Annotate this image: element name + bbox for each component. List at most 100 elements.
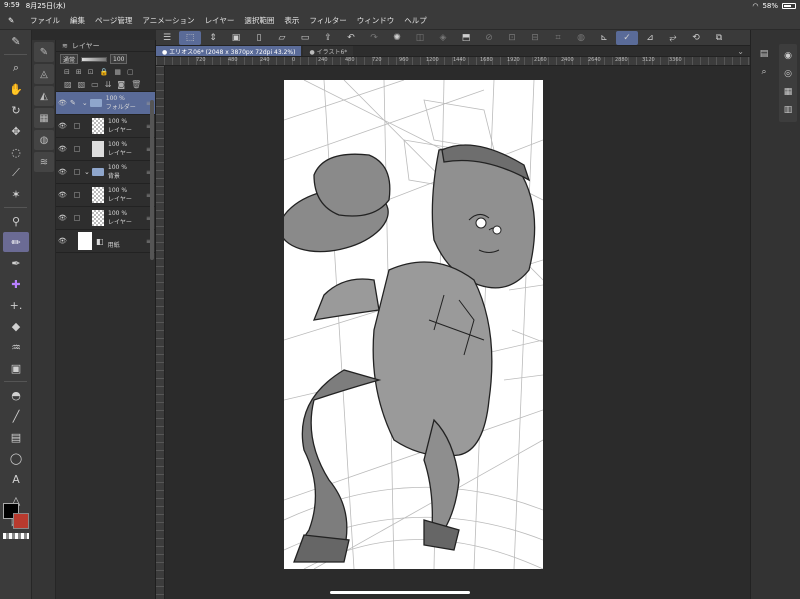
special-ruler-snap-icon[interactable]: ✓ — [616, 30, 638, 45]
crop-icon[interactable]: ⌗ — [547, 31, 569, 45]
menu-filter[interactable]: フィルター — [309, 15, 346, 26]
material-icon[interactable]: ▦ — [780, 84, 796, 100]
color-set-icon[interactable]: ◎ — [780, 66, 796, 82]
undo-icon[interactable]: ↶ — [340, 31, 362, 45]
menu-animation[interactable]: アニメーション — [142, 15, 194, 26]
rotate-canvas-icon[interactable]: ⟲ — [685, 31, 707, 45]
lock-transparent-icon[interactable]: ▦ — [114, 68, 121, 76]
magic-wand-icon[interactable]: ✶ — [3, 184, 29, 204]
flip-icon[interactable]: ⥂ — [662, 31, 684, 45]
line-icon[interactable]: ╱ — [3, 406, 29, 426]
eyedropper-icon[interactable]: ⟋ — [3, 163, 29, 183]
reference-icon[interactable]: ⊞ — [76, 68, 82, 76]
new-raster-layer-icon[interactable]: ▨ — [64, 80, 72, 89]
home-indicator[interactable] — [330, 591, 470, 594]
menu-window[interactable]: ウィンドウ — [357, 15, 395, 26]
drawing-paper[interactable] — [284, 80, 543, 569]
layer-row[interactable]: 👁 100 % レイヤー ≡ — [56, 115, 155, 138]
visibility-eye-icon[interactable]: 👁 — [58, 122, 68, 130]
menu-edit[interactable]: 編集 — [70, 15, 85, 26]
lasso-icon[interactable]: ◌ — [3, 142, 29, 162]
menu-view[interactable]: 表示 — [284, 15, 299, 26]
scroll-arrows-icon[interactable]: ⇕ — [202, 31, 224, 45]
layer-scrollbar[interactable] — [150, 100, 154, 260]
save-icon[interactable]: ▭ — [294, 31, 316, 45]
ruler-snap-icon[interactable]: ⊾ — [593, 31, 615, 45]
layer-row[interactable]: 👁 ✎ ⌄ 100 % フォルダー ≡ — [56, 92, 155, 115]
eraser-icon[interactable]: ◆ — [3, 316, 29, 336]
navigator-tab-icon[interactable]: ▦ — [34, 108, 54, 128]
visibility-eye-icon[interactable]: 👁 — [58, 237, 68, 245]
app-logo-icon[interactable]: ✎ — [8, 16, 22, 25]
draft-icon[interactable]: ⊡ — [88, 68, 94, 76]
color-wheel-icon[interactable]: ◉ — [780, 48, 796, 64]
blend-mode-select[interactable]: 通常 — [60, 54, 79, 64]
airbrush-icon[interactable]: +. — [3, 295, 29, 315]
new-vector-layer-icon[interactable]: ▧ — [78, 80, 86, 89]
tab-document-elios[interactable]: ● エリオス06* (2048 x 3870px 72dpi 43.2%) — [156, 46, 302, 56]
tool-property-tab-icon[interactable]: ◭ — [34, 86, 54, 106]
hand-icon[interactable]: ✋ — [3, 79, 29, 99]
export-icon[interactable]: ⇪ — [317, 31, 339, 45]
history-icon[interactable]: ▥ — [780, 102, 796, 118]
visibility-eye-icon[interactable]: 👁 — [58, 191, 68, 199]
expand-chevron-icon[interactable]: ⌄ — [84, 168, 90, 176]
search-icon[interactable]: ⌕ — [756, 64, 772, 80]
menu-page[interactable]: ページ管理 — [95, 15, 132, 26]
loading-icon[interactable]: ✺ — [386, 31, 408, 45]
brush-icon[interactable]: ✒ — [3, 253, 29, 273]
visibility-eye-icon[interactable]: 👁 — [58, 145, 68, 153]
pen-tool-icon[interactable]: ✎ — [3, 31, 29, 51]
blend-icon[interactable]: ♒ — [3, 337, 29, 357]
rotate-icon[interactable]: ↻ — [3, 100, 29, 120]
menu-help[interactable]: ヘルプ — [404, 15, 427, 26]
menu-hamburger-icon[interactable]: ☰ — [156, 31, 178, 45]
navigator-panel-icon[interactable]: ▤ — [756, 46, 772, 62]
balloon-icon[interactable]: ◯ — [3, 448, 29, 468]
transform-icon[interactable]: ⬒ — [455, 31, 477, 45]
text-icon[interactable]: A — [3, 469, 29, 489]
layer-check[interactable] — [74, 192, 80, 198]
clip-icon[interactable]: ⊟ — [64, 68, 70, 76]
pen-nib-icon[interactable]: ⚲ — [3, 211, 29, 231]
delete-layer-icon[interactable]: 🗑 — [131, 80, 141, 89]
show-area-icon[interactable]: ⊟ — [524, 31, 546, 45]
visibility-eye-icon[interactable]: 👁 — [58, 99, 68, 107]
layer-row[interactable]: 👁 100 % レイヤー ≡ — [56, 184, 155, 207]
layer-tab-icon[interactable]: ≋ — [34, 152, 54, 172]
pencil-icon[interactable]: ✏ — [3, 232, 29, 252]
merge-icon[interactable]: ⇊ — [105, 80, 112, 89]
canvas-area[interactable] — [165, 66, 750, 599]
visibility-eye-icon[interactable]: 👁 — [58, 214, 68, 222]
open-icon[interactable]: ▱ — [271, 31, 293, 45]
layer-row[interactable]: 👁 ◧ 用紙 ≡ — [56, 230, 155, 253]
sub-color-swatch[interactable] — [13, 513, 29, 529]
move-icon[interactable]: ✥ — [3, 121, 29, 141]
visibility-eye-icon[interactable]: 👁 — [58, 168, 68, 176]
sparkle-icon[interactable]: ✚ — [3, 274, 29, 294]
layer-check[interactable] — [74, 146, 80, 152]
brush-size-tab-icon[interactable]: ◬ — [34, 64, 54, 84]
color-tab-icon[interactable]: ◍ — [34, 130, 54, 150]
figure-icon[interactable]: ▤ — [3, 427, 29, 447]
mask-icon[interactable]: ▢ — [127, 68, 134, 76]
lock-icon[interactable]: 🔒 — [100, 68, 109, 76]
layer-row[interactable]: 👁 100 % レイヤー ≡ — [56, 138, 155, 161]
layer-row[interactable]: 👁 100 % レイヤー ≡ — [56, 207, 155, 230]
zoom-icon[interactable]: ⌕ — [3, 58, 29, 78]
fill-selection-icon[interactable]: ◈ — [432, 31, 454, 45]
layer-mask-cmd-icon[interactable]: ◍ — [570, 31, 592, 45]
copy-icon[interactable]: ⧉ — [708, 31, 730, 45]
layer-check[interactable] — [74, 215, 80, 221]
subtool-tab-icon[interactable]: ✎ — [34, 42, 54, 62]
layer-check[interactable] — [74, 169, 80, 175]
layer-mask-icon[interactable]: ◙ — [117, 80, 125, 89]
fill-icon[interactable]: ◓ — [3, 385, 29, 405]
grid-snap-icon[interactable]: ⊿ — [639, 31, 661, 45]
layer-check[interactable] — [74, 123, 80, 129]
redo-icon[interactable]: ↷ — [363, 31, 385, 45]
opacity-value[interactable]: 100 — [110, 54, 128, 64]
invert-selection-icon[interactable]: ⊡ — [501, 31, 523, 45]
opacity-slider[interactable] — [81, 56, 108, 62]
chevron-down-icon[interactable]: ⌄ — [737, 47, 744, 56]
